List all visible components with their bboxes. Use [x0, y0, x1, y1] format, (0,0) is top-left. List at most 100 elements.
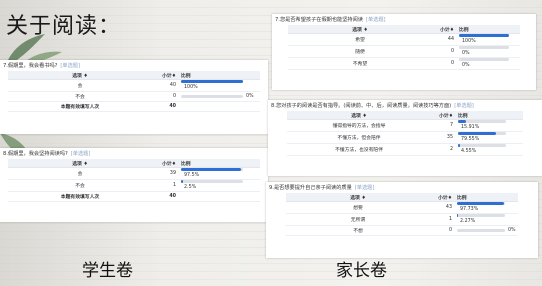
- count-value: 0: [430, 225, 455, 236]
- header-ratio: 比例: [456, 111, 523, 120]
- ratio-bar: [457, 214, 505, 217]
- table-total-row: 本题有效填写人次 40: [8, 191, 260, 202]
- parent-q9-card: 9.是否想要提升自己亲子阅读的质量 [单选题] 选项 ♦ 小计♦ 比例 想要 43…: [266, 182, 538, 258]
- ratio-label: 0%: [246, 93, 254, 99]
- ratio-bar: [181, 80, 243, 83]
- question-text: 8.假期里，我会坚持阅读吗?: [3, 151, 68, 157]
- count-value: 43: [430, 201, 455, 214]
- option-label: 无所谓: [286, 213, 430, 226]
- header-count[interactable]: 小计♦: [431, 111, 456, 120]
- table-row: 会 40 100%: [8, 79, 260, 92]
- ratio-fill: [457, 202, 504, 205]
- count-value: 35: [431, 131, 456, 144]
- question-type-tag: [单选题]: [70, 151, 91, 157]
- question-text: 7.您是否希望孩子在假期也能坚持阅读: [275, 17, 363, 23]
- total-count: 40: [152, 191, 179, 202]
- option-label: 希望: [288, 33, 432, 46]
- count-value: 0: [432, 57, 457, 70]
- header-count[interactable]: 小计♦: [152, 71, 179, 80]
- count-value: 1: [430, 213, 455, 226]
- parent-q9-question: 9.是否想要提升自己亲子阅读的质量 [单选题]: [266, 182, 538, 193]
- table-header-row: 选项 ♦ 小计♦ 比例: [8, 159, 260, 168]
- header-count[interactable]: 小计♦: [152, 159, 179, 168]
- question-text: 8.您对孩子的阅读是否有指导。(阅读前、中、后，阅读质量，阅读技巧等方面): [271, 103, 452, 109]
- header-option[interactable]: 选项 ♦: [8, 159, 152, 168]
- table-row: 希望 44 100%: [288, 33, 520, 46]
- header-option[interactable]: 选项 ♦: [8, 71, 152, 80]
- header-option[interactable]: 选项 ♦: [288, 25, 432, 34]
- option-label: 不会: [8, 91, 152, 102]
- header-ratio: 比例: [457, 25, 520, 34]
- ratio-label: 0%: [462, 63, 470, 68]
- table-row: 不会 1 2.5%: [8, 179, 260, 192]
- option-label: 会: [8, 79, 152, 92]
- ratio-label: 97.5%: [184, 173, 200, 178]
- total-label: 本题有效填写人次: [8, 191, 152, 202]
- count-value: 44: [432, 33, 457, 46]
- ratio-label: 15.91%: [461, 125, 480, 130]
- ratio-label: 100%: [184, 85, 198, 90]
- ratio-fill: [458, 132, 497, 135]
- table-header-row: 选项 ♦ 小计♦ 比例: [288, 25, 520, 34]
- header-option[interactable]: 选项 ♦: [286, 193, 430, 202]
- ratio-bar: [181, 168, 243, 171]
- count-value: 0: [432, 45, 457, 58]
- header-ratio: 比例: [179, 71, 260, 80]
- table-header-row: 选项 ♦ 小计♦ 比例: [287, 111, 523, 120]
- option-label: 不懂方法，也没有陪伴: [287, 143, 431, 156]
- total-count: 40: [152, 101, 179, 112]
- table-row: 无所谓 1 2.27%: [286, 213, 518, 226]
- question-text: 9.是否想要提升自己亲子阅读的质量: [269, 185, 352, 191]
- parent-q7-card: 7.您是否希望孩子在假期也能坚持阅读 [单选题] 选项 ♦ 小计♦ 比例 希望 4…: [272, 14, 536, 90]
- parent-q8-card: 8.您对孩子的阅读是否有指导。(阅读前、中、后，阅读质量，阅读技巧等方面) [单选…: [268, 100, 542, 176]
- ratio-fill: [457, 214, 459, 217]
- header-count[interactable]: 小计♦: [430, 193, 455, 202]
- student-q8-table: 选项 ♦ 小计♦ 比例 会 39 97.5% 不会 1 2.5% 本题有效填写人…: [8, 159, 260, 202]
- question-type-tag: [单选题]: [60, 63, 81, 69]
- student-q7-table: 选项 ♦ 小计♦ 比例 会 40 100% 不会 0 0% 本题有效填写人次 4…: [8, 71, 260, 112]
- ratio-label: 2.5%: [184, 185, 197, 190]
- header-option[interactable]: 选项 ♦: [287, 111, 431, 120]
- header-ratio: 比例: [179, 159, 260, 168]
- question-type-tag: [单选题]: [354, 185, 375, 191]
- table-row: 不会 0 0%: [8, 91, 260, 102]
- table-row: 不想 0 0%: [286, 225, 518, 236]
- parent-q7-question: 7.您是否希望孩子在假期也能坚持阅读 [单选题]: [272, 14, 536, 25]
- ratio-label: 79.55%: [461, 137, 480, 142]
- option-label: 不懂方法，但会陪伴: [287, 131, 431, 144]
- header-count[interactable]: 小计♦: [432, 25, 457, 34]
- table-total-row: 本题有效填写人次 40: [8, 101, 260, 112]
- student-q7-card: 7.假期里，我会看书吗? [单选题] 选项 ♦ 小计♦ 比例 会 40 100% …: [0, 60, 268, 134]
- question-type-tag: [单选题]: [454, 103, 474, 109]
- table-header-row: 选项 ♦ 小计♦ 比例: [8, 71, 260, 80]
- option-label: 会: [8, 167, 152, 180]
- count-value: 0: [152, 91, 179, 102]
- table-header-row: 选项 ♦ 小计♦ 比例: [286, 193, 518, 202]
- ratio-fill: [181, 80, 243, 83]
- page-title: 关于阅读：: [6, 14, 122, 39]
- student-q7-question: 7.假期里，我会看书吗? [单选题]: [0, 60, 268, 71]
- option-label: 不希望: [288, 57, 432, 70]
- count-value: 7: [431, 119, 456, 132]
- table-row: 不懂方法，也没有陪伴 2 4.55%: [287, 143, 523, 156]
- table-row: 想要 43 97.73%: [286, 201, 518, 214]
- total-label: 本题有效填写人次: [8, 101, 152, 112]
- ratio-fill: [181, 180, 183, 183]
- ratio-bar: [459, 58, 509, 61]
- parent-caption: 家长卷: [336, 261, 387, 281]
- count-value: 1: [152, 179, 179, 192]
- table-row: 懂得指导的方法，会指导 7 15.91%: [287, 119, 523, 132]
- table-row: 随便 0 0%: [288, 45, 520, 58]
- ratio-bar: [458, 132, 506, 135]
- ratio-label: 0%: [508, 227, 516, 233]
- table-row: 不懂方法，但会陪伴 35 79.55%: [287, 131, 523, 144]
- ratio-bar: [457, 202, 505, 205]
- parent-q9-table: 选项 ♦ 小计♦ 比例 想要 43 97.73% 无所谓 1 2.27% 不想 …: [286, 193, 518, 236]
- ratio-fill: [181, 168, 242, 171]
- count-value: 40: [152, 79, 179, 92]
- table-row: 会 39 97.5%: [8, 167, 260, 180]
- table-row: 不希望 0 0%: [288, 57, 520, 70]
- parent-q8-table: 选项 ♦ 小计♦ 比例 懂得指导的方法，会指导 7 15.91% 不懂方法，但会…: [287, 111, 523, 156]
- option-label: 不想: [286, 225, 430, 236]
- ratio-fill: [458, 144, 461, 147]
